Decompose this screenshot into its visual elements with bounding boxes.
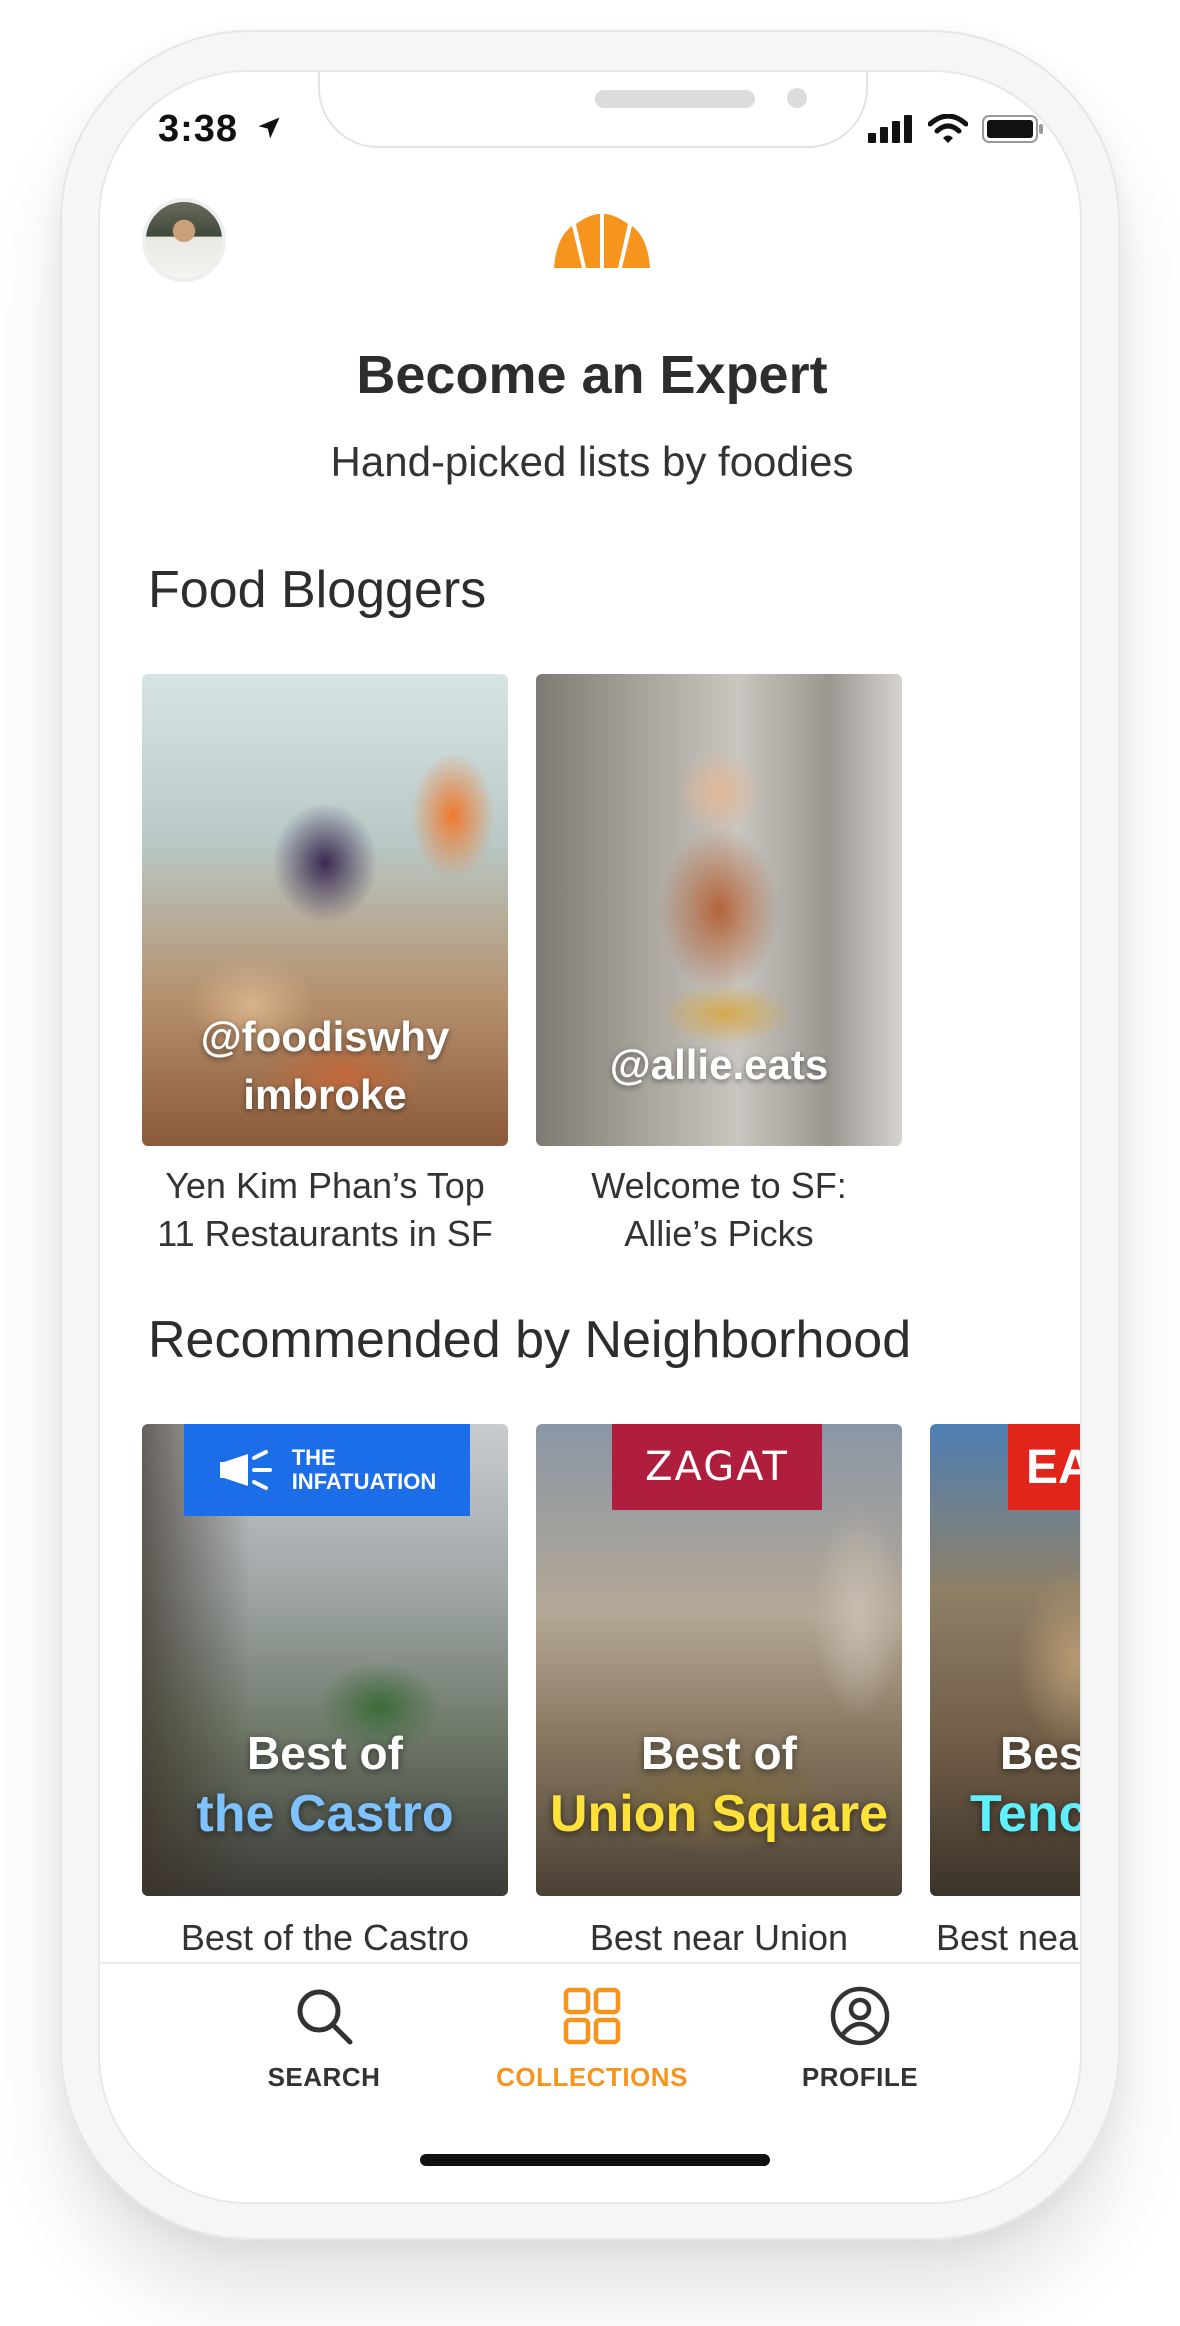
croissant-logo-icon bbox=[554, 214, 650, 268]
neighborhood-card-union-square[interactable]: ZAGAT Best of Union Square bbox=[536, 1424, 902, 1896]
caption-line: Allie’s Picks bbox=[624, 1213, 814, 1254]
wifi-icon bbox=[928, 114, 968, 143]
battery-icon bbox=[982, 115, 1043, 143]
neighborhood-card-top: Best bbox=[1000, 1727, 1082, 1779]
profile-icon bbox=[830, 1986, 890, 2046]
neighborhood-card-top: Best of bbox=[641, 1727, 797, 1779]
search-icon bbox=[297, 1989, 353, 2045]
neighborhood-card-castro[interactable]: THE INFATUATION Best of the Castro bbox=[142, 1424, 508, 1896]
avatar[interactable] bbox=[142, 198, 226, 282]
neighborhood-caption: Best of the Castro bbox=[180, 1917, 470, 1958]
neighborhood-card-name: Tenc bbox=[970, 1785, 1082, 1843]
app-screen: 3:38 Become an Expert Hand-picked lists … bbox=[98, 70, 1082, 2204]
badge-line: INFATUATION bbox=[291, 1469, 437, 1494]
home-indicator[interactable] bbox=[420, 2154, 770, 2166]
location-arrow-icon bbox=[258, 117, 280, 139]
camera bbox=[787, 88, 807, 108]
blogger-card-foodiswhyimbroke[interactable]: @foodiswhy imbroke bbox=[142, 674, 508, 1146]
blogger-caption: Welcome to SF: Allie’s Picks bbox=[536, 1162, 902, 1258]
blogger-handle: @allie.eats bbox=[609, 1041, 829, 1088]
collections-grid-icon bbox=[563, 1987, 621, 2045]
blogger-card-allie-eats[interactable]: @allie.eats bbox=[536, 674, 902, 1146]
tab-profile[interactable]: PROFILE bbox=[760, 1984, 960, 2093]
caption-line: 11 Restaurants in SF bbox=[157, 1213, 493, 1254]
tab-collections[interactable]: COLLECTIONS bbox=[492, 1984, 692, 2093]
megaphone-icon bbox=[219, 1450, 272, 1490]
tab-label: PROFILE bbox=[801, 2062, 919, 2092]
caption-line: Yen Kim Phan’s Top bbox=[165, 1165, 485, 1206]
caption-line: Welcome to SF: bbox=[591, 1165, 847, 1206]
blogger-handle-cont: imbroke bbox=[243, 1071, 407, 1118]
neighborhood-caption: Best near Union bbox=[589, 1917, 849, 1958]
neighborhood-caption: Best near bbox=[936, 1917, 1082, 1958]
page-title: Become an Expert bbox=[356, 345, 828, 405]
neighborhood-card-tenderloin[interactable]: EA Best Tenc bbox=[930, 1424, 1082, 1896]
zagat-badge: ZAGAT bbox=[612, 1424, 822, 1510]
status-indicators bbox=[868, 114, 1044, 144]
status-time: 3:38 bbox=[158, 108, 239, 150]
tab-bar: SEARCH COLLECTIONS PROFILE bbox=[100, 1962, 1080, 2202]
neighborhood-card-name: the Castro bbox=[196, 1785, 454, 1843]
eater-badge: EA bbox=[1008, 1424, 1080, 1510]
infatuation-badge: THE INFATUATION bbox=[184, 1424, 470, 1516]
cellular-signal-icon bbox=[868, 115, 912, 143]
neighborhood-card-name: Union Square bbox=[549, 1785, 889, 1843]
neighborhood-heading: Recommended by Neighborhood bbox=[148, 1311, 912, 1369]
badge-line: THE bbox=[291, 1445, 336, 1470]
tab-label: COLLECTIONS bbox=[496, 2062, 688, 2092]
blogger-caption: Yen Kim Phan’s Top 11 Restaurants in SF bbox=[142, 1162, 508, 1258]
speaker bbox=[595, 90, 755, 108]
food-bloggers-heading: Food Bloggers bbox=[148, 561, 487, 619]
page-subtitle: Hand-picked lists by foodies bbox=[330, 438, 854, 485]
blogger-handle: @foodiswhy bbox=[200, 1013, 450, 1060]
tab-search[interactable]: SEARCH bbox=[224, 1984, 424, 2093]
tab-label: SEARCH bbox=[267, 2062, 381, 2092]
notch bbox=[318, 72, 868, 148]
neighborhood-card-top: Best of bbox=[247, 1727, 403, 1779]
